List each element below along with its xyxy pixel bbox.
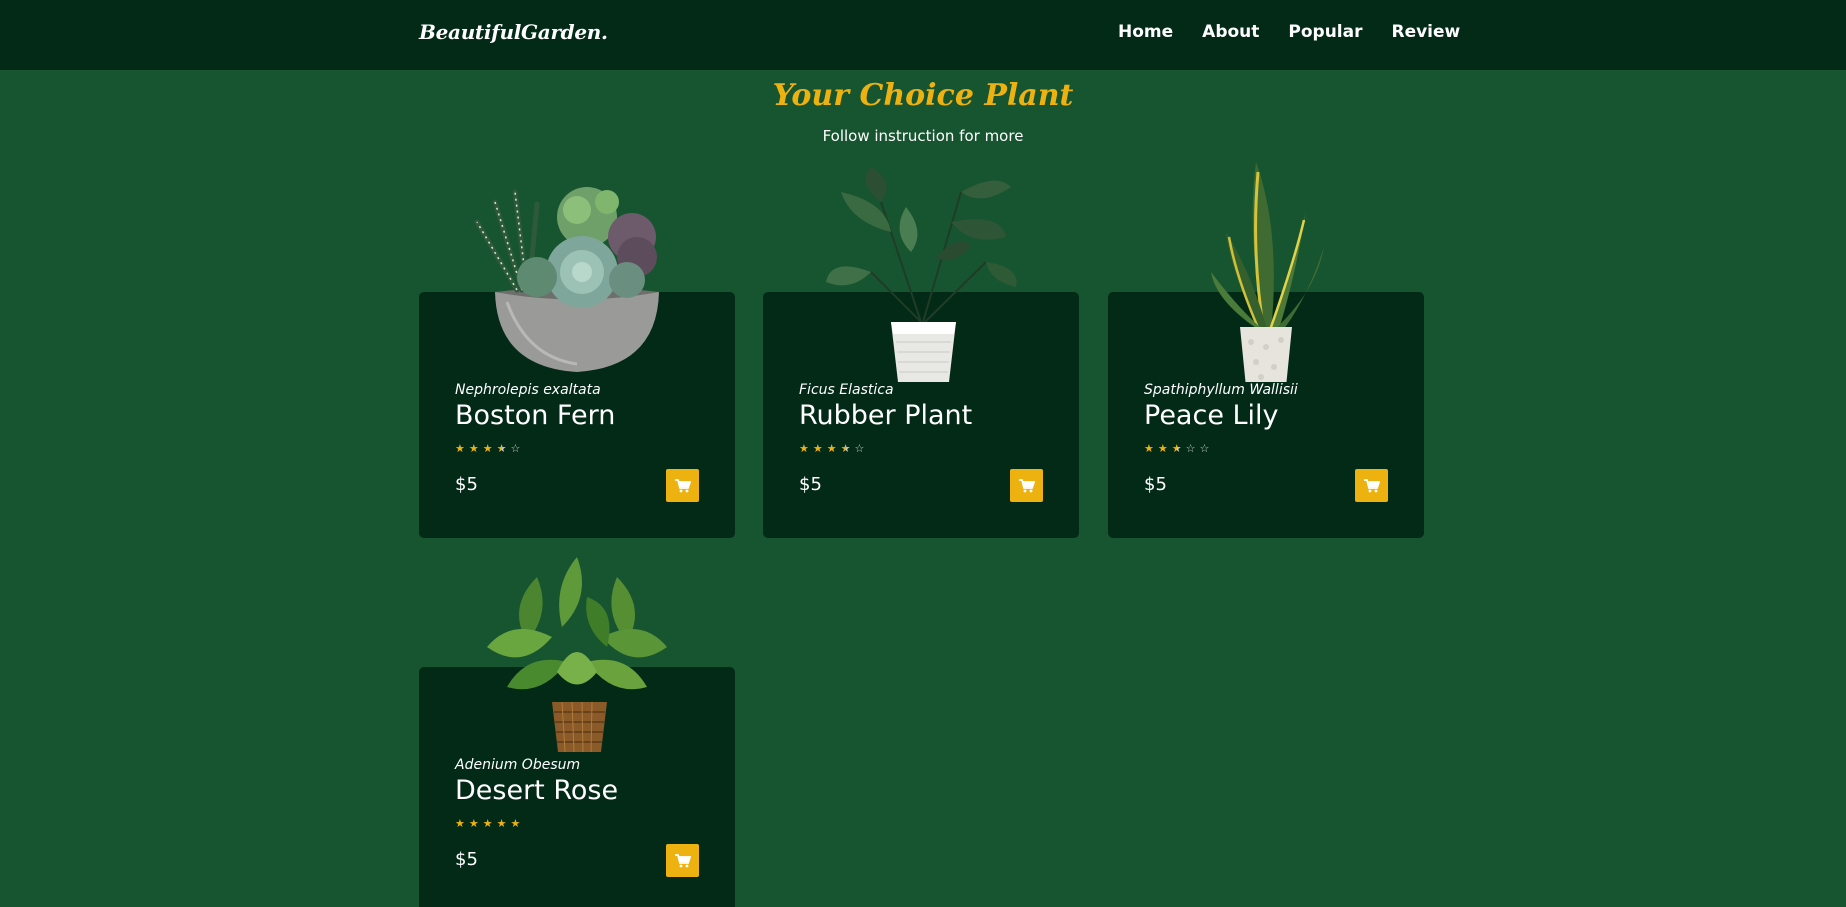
star-icon: ★ [826, 442, 837, 455]
plant-price: $5 [1144, 474, 1167, 495]
star-half-icon: ★ [496, 442, 507, 455]
plant-name: Peace Lily [1144, 400, 1279, 431]
star-icon: ★ [1157, 442, 1168, 455]
nav-home[interactable]: Home [1118, 22, 1173, 42]
plant-latin-name: Adenium Obesum [455, 757, 581, 773]
snake-plant-icon [1211, 162, 1324, 382]
star-icon: ★ [1144, 442, 1154, 455]
star-icon: ★ [799, 442, 809, 455]
plant-name: Boston Fern [455, 400, 616, 431]
product-card: Adenium Obesum Desert Rose ★ ★ ★ ★ ★ $5 [419, 557, 735, 907]
star-icon: ★ [482, 442, 493, 455]
plant-name: Desert Rose [455, 775, 619, 806]
add-to-cart-button[interactable] [1355, 469, 1388, 502]
add-to-cart-button[interactable] [666, 844, 699, 877]
plant-latin-name: Nephrolepis exaltata [455, 382, 601, 398]
product-card: Ficus Elastica Rubber Plant ★ ★ ★ ★ ☆ $5 [763, 167, 1079, 538]
cart-icon [1018, 478, 1035, 492]
star-icon: ★ [482, 817, 493, 830]
plant-name: Rubber Plant [799, 400, 973, 431]
site-logo[interactable]: BeautifulGarden. [419, 20, 608, 44]
star-icon: ★ [812, 442, 823, 455]
product-card: Spathiphyllum Wallisii Peace Lily ★ ★ ★ … [1108, 162, 1424, 538]
star-icon: ★ [510, 817, 521, 830]
star-icon: ★ [455, 817, 465, 830]
nav-about[interactable]: About [1202, 22, 1259, 42]
succulent-bowl-icon [474, 187, 659, 372]
star-icon: ★ [496, 817, 507, 830]
top-navbar: BeautifulGarden. Home About Popular Revi… [0, 0, 1846, 70]
cart-icon [674, 853, 691, 867]
cart-icon [674, 478, 691, 492]
add-to-cart-button[interactable] [1010, 469, 1043, 502]
plant-price: $5 [455, 474, 478, 495]
section-title: Your Choice Plant [772, 78, 1074, 113]
rating-stars: ★ ★ ★ ☆ ☆ [1144, 443, 1209, 455]
star-icon: ★ [455, 442, 465, 455]
section-subtitle: Follow instruction for more [822, 127, 1024, 145]
rating-stars: ★ ★ ★ ★ ☆ [799, 443, 864, 455]
star-outline-icon: ☆ [510, 442, 521, 455]
star-icon: ★ [468, 442, 479, 455]
nav-popular[interactable]: Popular [1288, 22, 1362, 42]
plant-latin-name: Ficus Elastica [799, 382, 894, 398]
star-half-icon: ★ [1171, 442, 1182, 455]
cart-icon [1363, 478, 1380, 492]
leafy-plant-icon [487, 557, 667, 753]
star-outline-icon: ☆ [1185, 442, 1196, 455]
plant-price: $5 [455, 849, 478, 870]
star-half-icon: ★ [840, 442, 851, 455]
rating-stars: ★ ★ ★ ★ ☆ [455, 443, 520, 455]
main-nav: Home About Popular Review [1118, 22, 1460, 42]
star-outline-icon: ☆ [854, 442, 865, 455]
product-card: Nephrolepis exaltata Boston Fern ★ ★ ★ ★… [419, 187, 735, 538]
star-icon: ★ [468, 817, 479, 830]
plant-price: $5 [799, 474, 822, 495]
star-outline-icon: ☆ [1199, 442, 1210, 455]
rubber-plant-icon [826, 167, 1017, 382]
rating-stars: ★ ★ ★ ★ ★ [455, 818, 520, 830]
plant-latin-name: Spathiphyllum Wallisii [1144, 382, 1298, 398]
nav-review[interactable]: Review [1391, 22, 1460, 42]
add-to-cart-button[interactable] [666, 469, 699, 502]
